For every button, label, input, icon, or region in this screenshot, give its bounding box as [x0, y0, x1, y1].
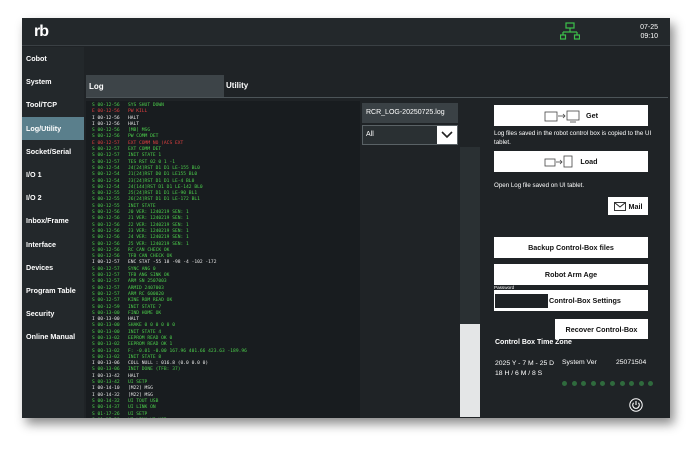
- log-lines: S 00-12-56 SYS SHUT DOWN E 00-12-56 PW KI…: [92, 103, 247, 418]
- clock: 07-25 09:10: [618, 23, 658, 41]
- sidebar: Cobot System Tool/TCP Log/Utility Socket/Ser…: [22, 47, 84, 418]
- sidebar-item-devices[interactable]: Devices: [22, 256, 84, 279]
- status-dot: [619, 381, 625, 386]
- sidebar-item-i-o-2[interactable]: I/O 2: [22, 186, 84, 209]
- copy-to-tablet-icon: [544, 110, 580, 122]
- mail-button-label: Mail: [628, 201, 643, 211]
- rb-logo: rb: [34, 23, 49, 40]
- top-bar: rb 07-25 09:10: [22, 18, 670, 46]
- sidebar-item-tool-tcp[interactable]: Tool/TCP: [22, 93, 84, 116]
- tab-utility[interactable]: Utility: [226, 81, 248, 90]
- sidebar-item-socket-serial[interactable]: Socket/Serial: [22, 140, 84, 163]
- log-line: S 00-13-02 F: -0.01 -0.00 167.96 401.66 …: [92, 348, 247, 354]
- get-log-button[interactable]: Get: [494, 105, 648, 126]
- log-filter-value: All: [366, 131, 374, 138]
- get-log-button-label: Get: [586, 111, 598, 120]
- app-window: rb 07-25 09:10 Cobot System Tool/TCP Log/Ut…: [22, 18, 670, 418]
- password-label: Password: [494, 285, 515, 290]
- system-version-value: 25071504: [616, 359, 647, 366]
- log-console[interactable]: S 00-12-56 SYS SHUT DOWN E 00-12-56 PW KI…: [86, 101, 360, 418]
- timezone-time: 18 H / 6 M / 8 S: [495, 370, 543, 377]
- sidebar-item-inbox-frame[interactable]: Inbox/Frame: [22, 209, 84, 232]
- status-dot: [609, 381, 615, 386]
- sidebar-item-cobot[interactable]: Cobot: [22, 47, 84, 70]
- system-version-label: System Ver: [562, 359, 597, 366]
- log-file-name[interactable]: RCR_LOG-20250725.log: [362, 103, 458, 123]
- load-log-button-label: Load: [580, 157, 598, 166]
- mail-button[interactable]: Mail: [608, 197, 648, 215]
- password-input[interactable]: [494, 293, 549, 309]
- sidebar-item-program-table[interactable]: Program Table: [22, 279, 84, 302]
- tab-divider: [86, 97, 668, 98]
- sidebar-item-online-manual[interactable]: Online Manual: [22, 325, 84, 348]
- status-indicators: [562, 373, 658, 391]
- recover-control-box-button[interactable]: Recover Control-Box: [555, 319, 648, 339]
- timezone-datetime: 2025 Y - 7 M - 25 D 18 H / 6 M / 8 S: [495, 359, 554, 379]
- status-dot: [590, 381, 596, 386]
- chevron-down-icon[interactable]: [437, 126, 457, 144]
- clock-time: 09:10: [640, 33, 658, 40]
- sidebar-item-log-utility[interactable]: Log/Utility: [22, 116, 84, 140]
- network-icon[interactable]: [560, 22, 580, 42]
- status-dot: [600, 381, 606, 386]
- power-icon[interactable]: [629, 398, 643, 412]
- tab-log[interactable]: Log: [86, 75, 224, 97]
- status-dot: [571, 381, 577, 386]
- sidebar-item-i-o-1[interactable]: I/O 1: [22, 163, 84, 186]
- get-log-note: Log files saved in the robot control box…: [494, 130, 652, 146]
- sidebar-item-system[interactable]: System: [22, 70, 84, 93]
- status-dot: [638, 381, 644, 386]
- mail-icon: [613, 201, 626, 211]
- timezone-title: Control Box Time Zone: [495, 339, 572, 346]
- load-file-icon: [545, 155, 573, 167]
- backup-files-button[interactable]: Backup Control-Box files: [494, 237, 648, 258]
- log-filter-select[interactable]: All: [362, 125, 458, 145]
- robot-arm-age-button[interactable]: Robot Arm Age: [494, 264, 648, 285]
- log-scrollbar-thumb[interactable]: [460, 324, 480, 417]
- status-dot: [581, 381, 587, 386]
- sidebar-item-interface[interactable]: Interface: [22, 233, 84, 256]
- status-dot: [629, 381, 635, 386]
- load-log-button[interactable]: Load: [494, 151, 648, 172]
- status-dot: [648, 381, 654, 386]
- sidebar-item-security[interactable]: Security: [22, 302, 84, 325]
- clock-date: 07-25: [640, 24, 658, 31]
- status-dot: [562, 381, 567, 386]
- timezone-date: 2025 Y - 7 M - 25 D: [495, 360, 555, 367]
- load-log-note: Open Log file saved on UI tablet.: [494, 182, 585, 189]
